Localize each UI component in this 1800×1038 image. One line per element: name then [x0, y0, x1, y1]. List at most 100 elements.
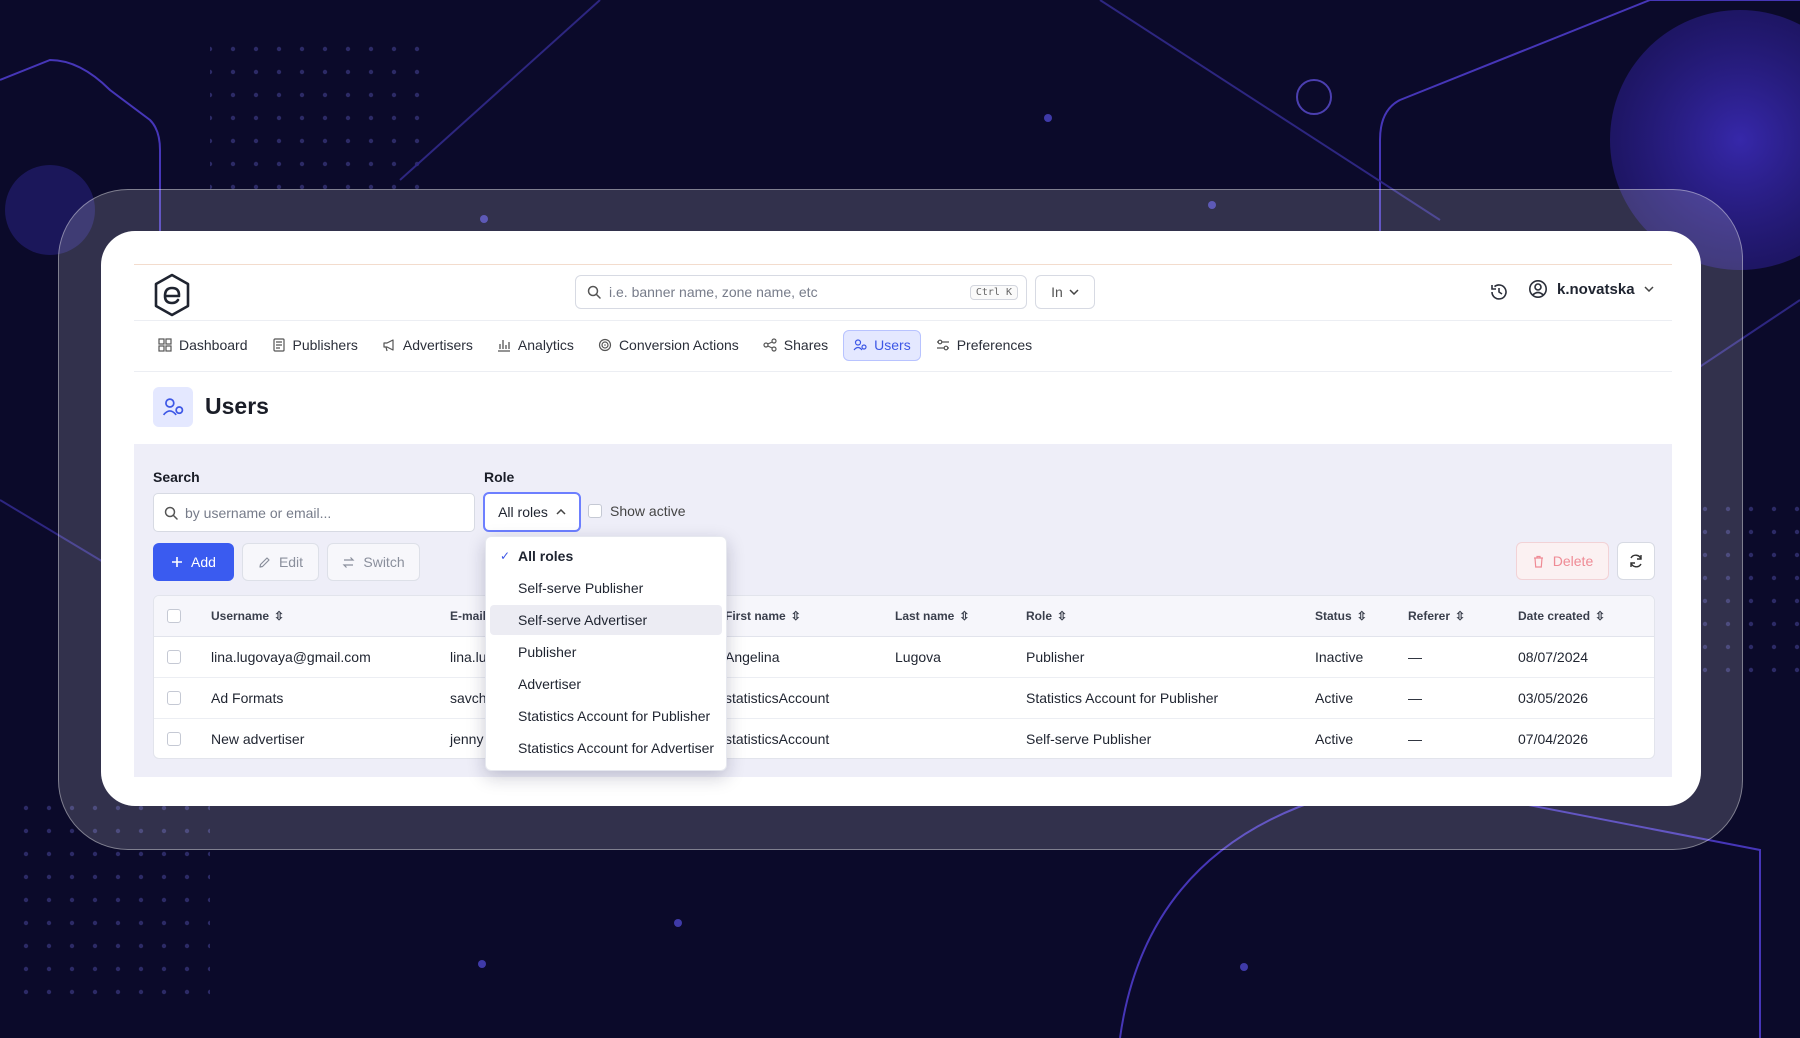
target-icon	[598, 338, 612, 352]
switch-user-button[interactable]: Switch	[327, 543, 420, 581]
refresh-button[interactable]	[1617, 542, 1655, 580]
edit-user-button[interactable]: Edit	[242, 543, 319, 581]
cell-date-created: 03/05/2026	[1518, 689, 1589, 706]
user-search-placeholder: by username or email...	[185, 504, 332, 521]
keyboard-shortcut-hint: Ctrl K	[969, 284, 1018, 300]
cell-role: Self-serve Publisher	[1026, 730, 1152, 747]
option-label: Publisher	[518, 644, 577, 660]
role-label: Role	[484, 469, 515, 485]
cell-email: jenny	[450, 730, 484, 747]
sliders-icon	[936, 339, 949, 351]
column-label: Username	[211, 609, 270, 623]
cell-referer: —	[1408, 730, 1422, 747]
column-date-created[interactable]: Date created ⇳	[1518, 596, 1605, 636]
cell-date-created: 08/07/2024	[1518, 648, 1589, 665]
table-row[interactable]: lina.lugovaya@gmail.com lina.lu Angelina…	[154, 636, 1654, 678]
global-search-input[interactable]: i.e. banner name, zone name, etc Ctrl K	[575, 275, 1027, 309]
table-row[interactable]: Ad Formats savch statisticsAccount Stati…	[154, 677, 1654, 719]
cell-last-name: Lugova	[895, 648, 941, 665]
sort-icon: ⇳	[1455, 609, 1466, 623]
nav-preferences[interactable]: Preferences	[927, 330, 1041, 361]
column-label: Status	[1315, 609, 1352, 623]
role-dropdown-menu: ✓ All roles Self-serve Publisher Self-se…	[485, 536, 727, 771]
show-active-checkbox[interactable]	[588, 504, 602, 518]
cell-first-name: statisticsAccount	[725, 689, 830, 706]
role-option-statistics-advertiser[interactable]: Statistics Account for Advertiser	[490, 733, 722, 763]
user-search-input[interactable]: by username or email...	[153, 493, 475, 532]
switch-arrows-icon	[342, 556, 355, 568]
row-select-cell	[167, 636, 181, 677]
select-all-checkbox[interactable]	[167, 609, 181, 623]
cell-date-created: 07/04/2026	[1518, 730, 1589, 747]
role-option-self-serve-publisher[interactable]: Self-serve Publisher	[490, 573, 722, 603]
column-role[interactable]: Role ⇳	[1026, 596, 1067, 636]
nav-dashboard[interactable]: Dashboard	[149, 330, 257, 361]
nav-shares[interactable]: Shares	[754, 330, 837, 361]
global-search-placeholder: i.e. banner name, zone name, etc	[609, 284, 818, 300]
username-label: k.novatska	[1557, 280, 1635, 298]
nav-label: Conversion Actions	[618, 337, 739, 353]
row-checkbox[interactable]	[167, 731, 181, 746]
table-row[interactable]: New advertiser jenny statisticsAccount S…	[154, 718, 1654, 758]
option-label: Statistics Account for Publisher	[518, 708, 711, 724]
column-first-name[interactable]: First name ⇳	[725, 596, 801, 636]
nav-analytics[interactable]: Analytics	[488, 330, 583, 361]
app-logo[interactable]	[153, 273, 191, 317]
row-checkbox[interactable]	[167, 649, 181, 664]
cell-username: New advertiser	[211, 730, 305, 747]
search-scope-value: In	[1051, 284, 1063, 300]
users-icon	[853, 339, 867, 351]
column-status[interactable]: Status ⇳	[1315, 596, 1367, 636]
content-panel: Search by username or email... Role All …	[134, 444, 1672, 777]
cell-first-name: Angelina	[725, 648, 780, 665]
nav-label: Preferences	[956, 337, 1033, 353]
megaphone-icon	[383, 339, 394, 352]
cell-role: Statistics Account for Publisher	[1026, 689, 1219, 706]
show-active-label: Show active	[610, 503, 686, 519]
delete-user-button[interactable]: Delete	[1516, 542, 1609, 580]
add-user-button[interactable]: Add	[153, 543, 234, 581]
search-scope-select[interactable]: In	[1035, 275, 1095, 309]
role-option-statistics-publisher[interactable]: Statistics Account for Publisher	[490, 701, 722, 731]
role-option-all-roles[interactable]: ✓ All roles	[490, 541, 722, 571]
sort-icon: ⇳	[959, 609, 970, 623]
option-label: Self-serve Advertiser	[518, 612, 648, 628]
nav-advertisers[interactable]: Advertisers	[373, 330, 482, 361]
role-option-self-serve-advertiser[interactable]: Self-serve Advertiser	[490, 605, 722, 635]
switch-label: Switch	[363, 554, 405, 570]
nav-label: Users	[874, 337, 911, 353]
user-menu[interactable]: k.novatska	[1528, 279, 1654, 299]
sort-icon: ⇳	[1356, 609, 1367, 623]
column-username[interactable]: Username ⇳	[211, 596, 284, 636]
nav-users[interactable]: Users	[843, 329, 921, 361]
option-label: Self-serve Publisher	[518, 580, 644, 596]
sort-icon: ⇳	[274, 609, 285, 623]
role-select-value: All roles	[498, 504, 548, 520]
cell-referer: —	[1408, 689, 1422, 706]
column-email[interactable]: E-mail	[450, 596, 486, 636]
column-label: Date created	[1518, 609, 1591, 623]
bar-chart-icon	[497, 340, 510, 352]
history-icon[interactable]	[1489, 282, 1509, 302]
column-label: Role	[1026, 609, 1053, 623]
cell-referer: —	[1408, 648, 1422, 665]
search-label: Search	[153, 469, 200, 485]
cell-username: Ad Formats	[211, 689, 284, 706]
column-referer[interactable]: Referer ⇳	[1408, 596, 1465, 636]
page-title: Users	[205, 393, 269, 419]
column-label: Referer	[1408, 609, 1451, 623]
column-label: E-mail	[450, 609, 487, 623]
show-active-toggle[interactable]: Show active	[588, 503, 685, 519]
row-checkbox[interactable]	[167, 690, 181, 705]
nav-publishers[interactable]: Publishers	[263, 330, 367, 361]
column-last-name[interactable]: Last name ⇳	[895, 596, 969, 636]
role-option-publisher[interactable]: Publisher	[490, 637, 722, 667]
chevron-down-icon	[1069, 289, 1079, 295]
cell-first-name: statisticsAccount	[725, 730, 830, 747]
nav-conversion-actions[interactable]: Conversion Actions	[589, 330, 748, 361]
sort-icon: ⇳	[1595, 609, 1606, 623]
role-option-advertiser[interactable]: Advertiser	[490, 669, 722, 699]
role-select[interactable]: All roles	[483, 492, 581, 532]
nav-label: Dashboard	[179, 337, 248, 353]
header-divider	[134, 320, 1672, 321]
